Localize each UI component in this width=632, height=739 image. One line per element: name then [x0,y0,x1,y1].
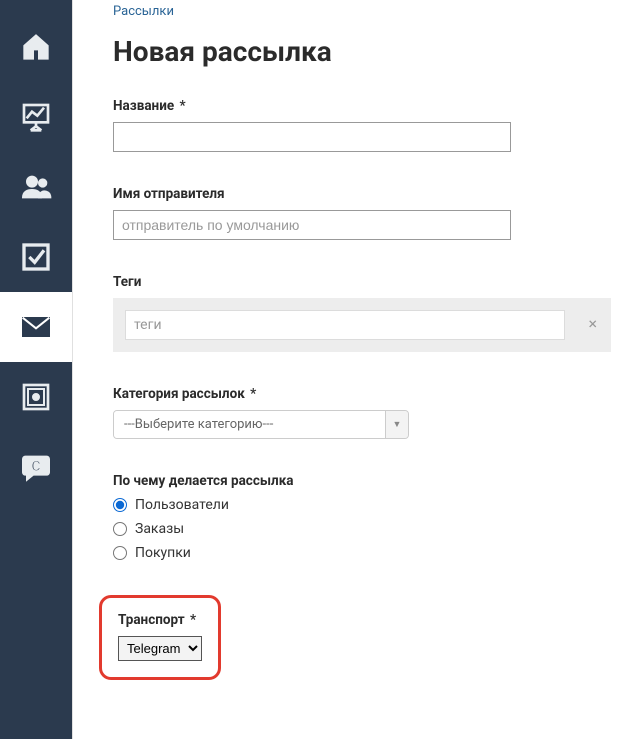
field-sender-group: Имя отправителя [113,186,608,240]
basis-option-users[interactable]: Пользователи [113,497,608,513]
chevron-down-icon[interactable]: ▼ [386,411,408,438]
chart-board-icon [20,101,52,133]
field-name-group: Название * [113,98,608,152]
nav-chat[interactable]: C [0,432,72,502]
name-input[interactable] [113,122,511,152]
mail-icon [20,311,52,343]
basis-radio-group: Пользователи Заказы Покупки [113,497,608,561]
nav-mail[interactable] [0,292,72,362]
svg-text:C: C [31,457,41,475]
chat-c-icon: C [20,451,52,483]
field-basis-group: По чему делается рассылка Пользователи З… [113,473,608,561]
basis-label: По чему делается рассылка [113,473,608,489]
basis-label-users: Пользователи [135,497,229,513]
tags-label: Теги [113,274,608,290]
checkbox-icon [20,241,52,273]
category-selected: ---Выберите категорию--- [114,411,386,438]
category-label-text: Категория рассылок [113,386,245,402]
tags-box: теги × [113,298,611,352]
nav-safe[interactable] [0,362,72,432]
transport-select[interactable]: Telegram [118,636,202,661]
required-star: * [180,98,186,114]
sender-label: Имя отправителя [113,186,608,202]
category-select[interactable]: ---Выберите категорию--- ▼ [113,410,409,439]
required-star: * [190,612,196,628]
users-icon [20,171,52,203]
nav-presentation[interactable] [0,82,72,152]
nav-users[interactable] [0,152,72,222]
transport-label-text: Транспорт [118,612,185,628]
home-icon [20,31,52,63]
name-label: Название * [113,98,608,114]
basis-option-purchases[interactable]: Покупки [113,545,608,561]
basis-radio-users[interactable] [113,498,127,512]
basis-radio-orders[interactable] [113,522,127,536]
field-category-group: Категория рассылок * ---Выберите категор… [113,386,608,439]
main-content: Рассылки Новая рассылка Название * Имя о… [72,0,632,739]
tags-clear-icon[interactable]: × [588,316,597,332]
sidebar: C [0,0,72,739]
nav-check[interactable] [0,222,72,292]
category-label: Категория рассылок * [113,386,608,402]
breadcrumb[interactable]: Рассылки [113,4,608,19]
sender-input[interactable] [113,210,511,240]
basis-radio-purchases[interactable] [113,546,127,560]
basis-label-purchases: Покупки [135,545,191,561]
field-tags-group: Теги теги × [113,274,608,352]
name-label-text: Название [113,98,174,114]
safe-icon [20,381,52,413]
basis-option-orders[interactable]: Заказы [113,521,608,537]
page-title: Новая рассылка [113,35,608,68]
transport-label: Транспорт * [118,612,202,628]
required-star: * [250,386,256,402]
basis-label-orders: Заказы [135,521,184,537]
tags-input[interactable]: теги [125,310,565,340]
transport-highlight-box: Транспорт * Telegram [99,595,221,680]
nav-home[interactable] [0,12,72,82]
